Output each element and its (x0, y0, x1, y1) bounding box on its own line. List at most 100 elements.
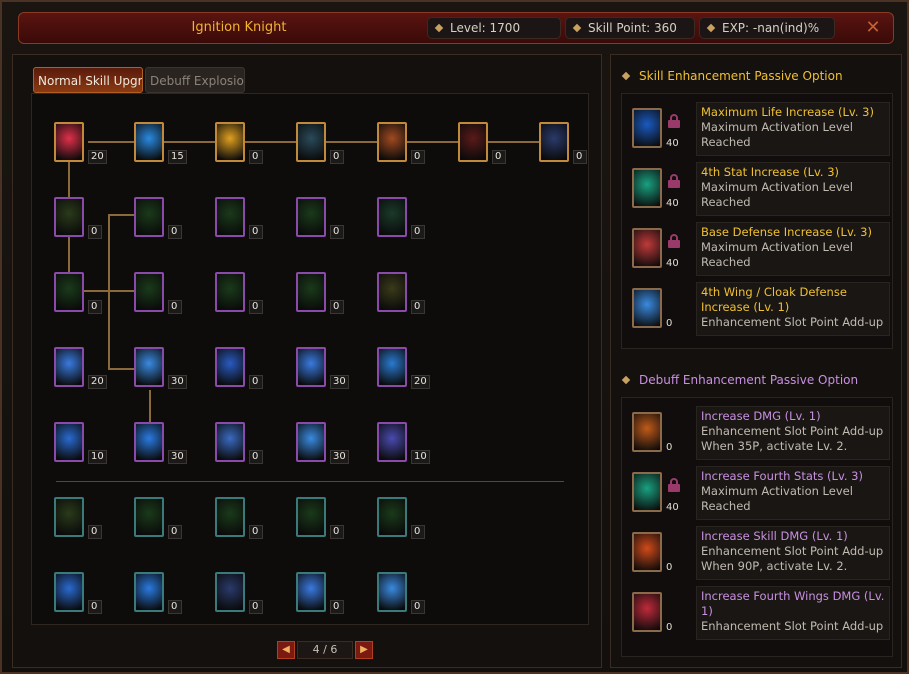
enhancement-option[interactable]: 0 Increase DMG (Lv. 1) Enhancement Slot Po… (628, 406, 890, 460)
skill-slot[interactable]: 0 (296, 572, 344, 614)
enhancement-option[interactable]: 40 Increase Fourth Stats (Lv. 3) Maximum A… (628, 466, 890, 520)
skill-slot[interactable]: 0 (54, 272, 102, 314)
enhancement-icon (632, 228, 662, 268)
skill-slot[interactable]: 30 (296, 422, 349, 464)
enhancement-option[interactable]: 0 Increase Fourth Wings DMG (Lv. 1) Enhanc… (628, 586, 890, 640)
enhancement-point-count: 0 (666, 622, 673, 633)
skill-slot[interactable]: 20 (54, 122, 107, 164)
next-page-button[interactable]: ▶ (355, 641, 373, 659)
skill-level-count: 30 (168, 375, 187, 389)
lock-icon (668, 234, 680, 248)
skill-level-count: 0 (330, 300, 344, 314)
skill-level-count: 0 (411, 225, 425, 239)
level-display: Level: 1700 (427, 17, 561, 39)
skill-level-count: 0 (88, 525, 102, 539)
skill-level-count: 0 (330, 525, 344, 539)
skill-slot[interactable]: 0 (134, 572, 182, 614)
skill-level-count: 0 (168, 525, 182, 539)
skill-level-count: 0 (249, 225, 263, 239)
enhancement-description: Maximum Activation Level Reached (701, 120, 853, 149)
skill-slot[interactable]: 15 (134, 122, 187, 164)
skill-slot[interactable]: 0 (458, 122, 506, 164)
skill-level-count: 0 (249, 525, 263, 539)
pagination: ◀ 4 / 6 ▶ (277, 641, 373, 659)
skill-level-count: 30 (330, 450, 349, 464)
skill-level-count: 0 (168, 225, 182, 239)
skill-slot[interactable]: 10 (54, 422, 107, 464)
enhancement-point-count: 40 (666, 502, 679, 513)
skill-slot[interactable]: 30 (134, 422, 187, 464)
enhancement-icon (632, 288, 662, 328)
skill-level-count: 0 (330, 600, 344, 614)
skill-slot[interactable]: 0 (377, 272, 425, 314)
enhancement-text: Increase Skill DMG (Lv. 1) Enhancement Sl… (696, 526, 890, 580)
skill-slot[interactable]: 0 (134, 197, 182, 239)
enhancement-option[interactable]: 40 4th Stat Increase (Lv. 3) Maximum Activ… (628, 162, 890, 216)
tab-debuff-explosion[interactable]: Debuff Explosion (145, 67, 245, 93)
skill-level-count: 0 (411, 525, 425, 539)
skill-level-count: 20 (88, 375, 107, 389)
skill-slot[interactable]: 0 (377, 122, 425, 164)
skill-slot[interactable]: 0 (296, 197, 344, 239)
skill-slot[interactable]: 0 (215, 497, 263, 539)
debuff-enhancement-heading: Debuff Enhancement Passive Option (621, 371, 858, 389)
skill-slot[interactable]: 0 (215, 197, 263, 239)
skill-slot[interactable]: 0 (54, 497, 102, 539)
lock-icon (668, 478, 680, 492)
diamond-icon (706, 23, 716, 33)
enhancement-option[interactable]: 40 Base Defense Increase (Lv. 3) Maximum A… (628, 222, 890, 276)
skill-slot[interactable]: 0 (215, 122, 263, 164)
enhancement-title: Increase Skill DMG (Lv. 1) (701, 529, 848, 543)
enhancement-icon (632, 592, 662, 632)
skill-level-count: 0 (88, 600, 102, 614)
skill-slot[interactable]: 0 (215, 572, 263, 614)
enhancement-option[interactable]: 40 Maximum Life Increase (Lv. 3) Maximum A… (628, 102, 890, 156)
enhancement-description: Maximum Activation Level Reached (701, 484, 853, 513)
tab-normal-skill-upgrade[interactable]: Normal Skill Upgr (33, 67, 143, 93)
enhancement-description: Maximum Activation Level Reached (701, 240, 853, 269)
diamond-icon (572, 23, 582, 33)
skill-slot[interactable]: 0 (377, 572, 425, 614)
skill-level-count: 0 (249, 375, 263, 389)
enhancement-option[interactable]: 0 Increase Skill DMG (Lv. 1) Enhancement S… (628, 526, 890, 580)
skill-slot[interactable]: 0 (296, 497, 344, 539)
skill-slot[interactable]: 20 (377, 347, 430, 389)
skill-slot[interactable]: 0 (134, 272, 182, 314)
skill-slot[interactable]: 0 (296, 272, 344, 314)
skill-slot[interactable]: 0 (54, 572, 102, 614)
skill-slot[interactable]: 0 (215, 422, 263, 464)
skill-level-count: 0 (411, 600, 425, 614)
prev-page-button[interactable]: ◀ (277, 641, 295, 659)
skill-level-count: 15 (168, 150, 187, 164)
skill-slot[interactable]: 0 (377, 197, 425, 239)
enhancement-description: Enhancement Slot Point Add-up (701, 315, 884, 329)
skill-level-count: 0 (249, 450, 263, 464)
close-button[interactable]: ✕ (862, 17, 884, 39)
skill-slot[interactable]: 10 (377, 422, 430, 464)
skill-slot[interactable]: 0 (377, 497, 425, 539)
enhancement-title: Increase Fourth Stats (Lv. 3) (701, 469, 863, 483)
skill-slot[interactable]: 30 (296, 347, 349, 389)
enhancement-panel: Skill Enhancement Passive Option 40 Maxim… (610, 54, 902, 668)
enhancement-option[interactable]: 0 4th Wing / Cloak Defense Increase (Lv. … (628, 282, 890, 336)
skill-upgrade-window: Ignition Knight Level: 1700 Skill Point:… (0, 0, 909, 674)
skill-connector-line (108, 214, 110, 370)
skill-enhancement-list: 40 Maximum Life Increase (Lv. 3) Maximum A… (621, 93, 893, 349)
skill-level-count: 0 (249, 300, 263, 314)
enhancement-icon (632, 472, 662, 512)
skill-level-count: 0 (249, 150, 263, 164)
skill-slot[interactable]: 20 (54, 347, 107, 389)
skill-slot[interactable]: 0 (54, 197, 102, 239)
enhancement-description: Enhancement Slot Point Add-up (701, 619, 884, 633)
skill-slot[interactable]: 30 (134, 347, 187, 389)
skill-slot[interactable]: 0 (215, 272, 263, 314)
character-class-title: Ignition Knight (191, 20, 287, 35)
enhancement-text: Increase Fourth Stats (Lv. 3) Maximum Act… (696, 466, 890, 520)
skill-slot[interactable]: 0 (134, 497, 182, 539)
skill-slot[interactable]: 0 (539, 122, 587, 164)
skill-level-count: 0 (88, 300, 102, 314)
skill-slot[interactable]: 0 (296, 122, 344, 164)
enhancement-text: 4th Wing / Cloak Defense Increase (Lv. 1… (696, 282, 890, 336)
skill-slot[interactable]: 0 (215, 347, 263, 389)
skill-level-count: 30 (330, 375, 349, 389)
